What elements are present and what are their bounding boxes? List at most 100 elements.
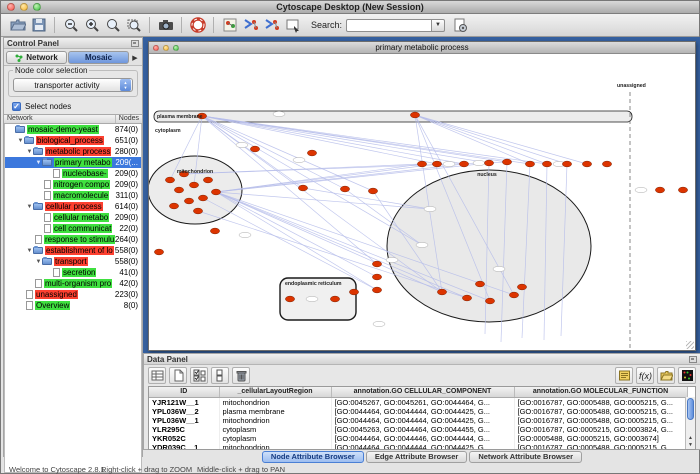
node-color-combobox[interactable]: transporter activity ▲▼ (13, 78, 133, 92)
network-node[interactable] (462, 295, 471, 301)
scrollbar-arrows[interactable]: ▲▼ (686, 435, 695, 449)
tree-row[interactable]: multi-organism pro42(0) (5, 278, 141, 289)
destroy-network-view-icon[interactable] (261, 15, 282, 35)
delete-attribute-icon[interactable] (232, 367, 250, 384)
tree-column-nodes[interactable]: Nodes (116, 115, 142, 123)
network-edge[interactable] (216, 192, 377, 290)
configure-search-icon[interactable] (449, 15, 470, 35)
tree-row[interactable]: unassigned223(0) (5, 289, 141, 300)
resize-grip[interactable] (686, 341, 694, 349)
table-column-header[interactable]: annotation.GO CELLULAR_COMPONENT (331, 387, 514, 397)
network-node[interactable] (174, 187, 183, 193)
tree-row[interactable]: ▼metabolic process280(0) (5, 146, 141, 157)
tree-row[interactable]: ▼cellular process614(0) (5, 201, 141, 212)
table-column-header[interactable]: annotation.GO MOLECULAR_FUNCTION (514, 387, 687, 397)
network-node[interactable] (602, 161, 611, 167)
tree-row[interactable]: Overview8(0) (5, 300, 141, 311)
network-node[interactable] (184, 198, 193, 204)
attribute-matrix-icon[interactable] (678, 367, 696, 384)
tab-node-attribute-browser[interactable]: Node Attribute Browser (262, 451, 364, 463)
network-node[interactable] (655, 187, 664, 193)
network-node[interactable] (211, 189, 220, 195)
attribute-select-icon[interactable] (148, 367, 166, 384)
network-node[interactable] (250, 146, 259, 152)
network-node[interactable] (525, 161, 534, 167)
tab-edge-attribute-browser[interactable]: Edge Attribute Browser (366, 451, 467, 463)
float-panel-icon[interactable] (131, 40, 139, 47)
network-node[interactable] (432, 161, 441, 167)
network-node[interactable] (485, 298, 494, 304)
network-node[interactable] (189, 182, 198, 188)
scrollbar-thumb[interactable] (687, 398, 694, 420)
table-vertical-scrollbar[interactable]: ▲▼ (685, 397, 695, 449)
tree-row[interactable]: cell communicat22(0) (5, 223, 141, 234)
network-node[interactable] (562, 161, 571, 167)
table-row[interactable]: YPL036W__1mitochondrion[GO:0044464, GO:0… (149, 416, 687, 425)
tree-row[interactable]: secretion41(0) (5, 267, 141, 278)
zoom-selected-icon[interactable] (102, 15, 123, 35)
network-node[interactable] (330, 296, 339, 302)
network-node[interactable] (193, 208, 202, 214)
table-column-header[interactable]: _cellularLayoutRegion (219, 387, 331, 397)
network-node[interactable] (475, 281, 484, 287)
network-node[interactable] (154, 249, 163, 255)
network-node[interactable] (509, 292, 518, 298)
tree-row[interactable]: ▼biological_process651(0) (5, 135, 141, 146)
network-node[interactable] (368, 188, 377, 194)
create-attribute-icon[interactable] (169, 367, 187, 384)
network-edge[interactable] (203, 198, 377, 290)
help-icon[interactable] (187, 15, 208, 35)
table-row[interactable]: YPL036W__2plasma membrane[GO:0044464, GO… (149, 407, 687, 416)
network-node[interactable] (417, 161, 426, 167)
network-node[interactable] (372, 274, 381, 280)
network-node[interactable] (459, 161, 468, 167)
tree-row[interactable]: macromolecule311(0) (5, 190, 141, 201)
network-node[interactable] (678, 187, 687, 193)
table-row[interactable]: YKR052Ccytoplasm[GO:0044464, GO:0044446,… (149, 434, 687, 443)
save-icon[interactable] (28, 15, 49, 35)
select-all-attributes-icon[interactable] (190, 367, 208, 384)
network-node[interactable] (372, 261, 381, 267)
network-node[interactable] (340, 186, 349, 192)
tree-row[interactable]: ▼primary metabo209(... (5, 157, 141, 168)
zoom-out-icon[interactable] (60, 15, 81, 35)
network-node[interactable] (307, 150, 316, 156)
network-node[interactable] (582, 161, 591, 167)
network-node[interactable] (298, 185, 307, 191)
network-edge[interactable] (202, 116, 547, 164)
snapshot-icon[interactable] (155, 15, 176, 35)
tree-row[interactable]: response to stimulu264(0) (5, 234, 141, 245)
network-node[interactable] (165, 177, 174, 183)
tree-row[interactable]: cellular metabo209(0) (5, 212, 141, 223)
network-node[interactable] (517, 284, 526, 290)
vizmapper-icon[interactable] (219, 15, 240, 35)
network-node[interactable] (198, 195, 207, 201)
zoom-in-icon[interactable] (81, 15, 102, 35)
tree-row[interactable]: nitrogen compo209(0) (5, 179, 141, 190)
network-node[interactable] (410, 112, 419, 118)
tab-mosaic[interactable]: Mosaic (68, 51, 129, 64)
select-nodes-checkbox[interactable]: ✓ (12, 102, 21, 111)
network-node[interactable] (349, 289, 358, 295)
label-icon[interactable] (615, 367, 633, 384)
formula-builder-icon[interactable]: f(x) (636, 367, 654, 384)
network-node[interactable] (484, 160, 493, 166)
network-node[interactable] (285, 296, 294, 302)
tree-row[interactable]: nucleobase-209(0) (5, 168, 141, 179)
network-edge[interactable] (202, 116, 437, 164)
table-column-header[interactable]: ID (149, 387, 219, 397)
float-data-panel-icon[interactable] (689, 356, 697, 363)
search-dropdown-button[interactable]: ▼ (432, 19, 445, 32)
open-file-icon[interactable] (7, 15, 28, 35)
table-row[interactable]: YLR295Ccytoplasm[GO:0045263, GO:0044464,… (149, 425, 687, 434)
network-edge[interactable] (202, 116, 489, 163)
network-node[interactable] (437, 289, 446, 295)
network-canvas[interactable]: plasma membranecytoplasmmitochondrionnuc… (149, 54, 695, 350)
tree-expand-icon[interactable]: ▼ (17, 138, 24, 144)
network-node[interactable] (203, 177, 212, 183)
unselect-all-attributes-icon[interactable] (211, 367, 229, 384)
tree-expand-icon[interactable]: ▼ (26, 149, 33, 155)
tree-row[interactable]: ▼transport558(0) (5, 256, 141, 267)
tree-expand-icon[interactable]: ▼ (26, 204, 33, 210)
manage-networks-icon[interactable] (282, 15, 303, 35)
